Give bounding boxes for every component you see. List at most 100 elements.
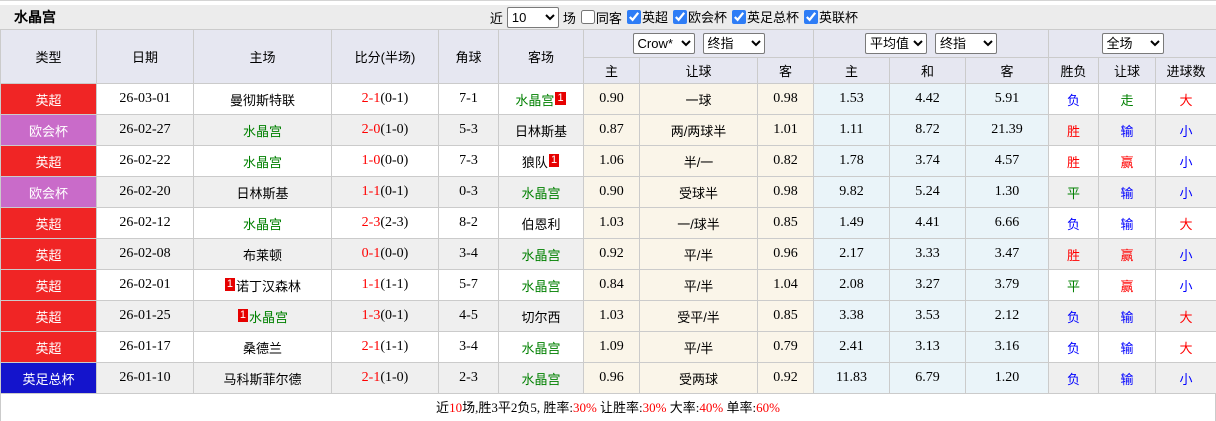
league-filter-英足总杯[interactable]: 英足总杯 [727,7,799,26]
col-header-result-goals: 进球数 [1154,57,1216,84]
filter-bar: 近 10 场 同客 英超 欧会杯 英足总杯 英联杯 [490,6,858,28]
league-type-badge: 欧会杯 [0,114,97,146]
home-team-cell: 布莱顿 [193,238,332,270]
result-outcome: 负 [1048,362,1099,394]
recent-games-select[interactable]: 10 [506,6,559,28]
asian-handicap: 受平/半 [639,300,758,332]
result-handicap: 输 [1098,207,1156,239]
corner-score: 0-3 [438,176,499,208]
result-goals: 小 [1154,145,1216,177]
match-row: 英足总杯 26-01-10 马科斯菲尔德 2-1(1-0) 2-3 水晶宫 0.96 受两球 0… [0,362,1216,394]
away-team-cell: 水晶宫 [498,176,584,208]
score-cell: 2-0(1-0) [331,114,439,146]
away-team-cell: 切尔西 [498,300,584,332]
league-checkbox[interactable] [803,9,818,24]
away-team-name[interactable]: 日林斯基 [515,124,567,139]
home-team-name[interactable]: 马科斯菲尔德 [223,372,301,387]
euro-stage-select[interactable]: 终指 [935,33,997,54]
euro-draw-odds: 3.27 [889,269,966,301]
away-team-name[interactable]: 水晶宫 [521,186,560,201]
result-goals: 小 [1154,362,1216,394]
asian-home-odds: 1.06 [583,145,640,177]
away-team-name[interactable]: 狼队 [522,155,548,170]
euro-away-odds: 2.12 [965,300,1049,332]
match-date: 26-01-25 [96,300,194,332]
col-header-asian-away: 客 [757,57,814,84]
euro-away-odds: 3.16 [965,331,1049,363]
same-away-filter[interactable]: 同客 [576,8,622,27]
league-checkbox[interactable] [626,9,641,24]
away-team-name[interactable]: 伯恩利 [521,217,560,232]
home-team-name[interactable]: 水晶宫 [243,124,282,139]
summary-segment: 近 [436,400,450,415]
home-team-name[interactable]: 诺丁汉森林 [236,279,301,294]
match-row: 英超 26-01-25 1 水晶宫 1-3(0-1) 4-5 切尔西 1.03 受平/半 0.85… [0,300,1216,332]
rank-badge: 1 [237,308,249,322]
euro-draw-odds: 3.13 [889,331,966,363]
asian-home-odds: 0.90 [583,176,640,208]
asian-away-odds: 0.98 [757,83,814,115]
euro-home-odds: 2.41 [813,331,890,363]
score-cell: 2-3(2-3) [331,207,439,239]
away-team-name[interactable]: 水晶宫 [515,93,554,108]
match-history-table: 类型 日期 主场 比分(半场) 角球 客场 Crow* 终指 平均值 终指 全场… [0,29,1216,394]
home-team-cell: 水晶宫 [193,114,332,146]
half-time-score: (0-1) [380,308,409,323]
league-filter-英超[interactable]: 英超 [622,7,668,26]
euro-away-odds: 1.20 [965,362,1049,394]
asian-handicap: 平/半 [639,331,758,363]
score-cell: 0-1(0-0) [331,238,439,270]
half-time-score: (2-3) [380,215,409,230]
full-time-score: 1-1 [361,277,381,292]
col-header-euro-home: 主 [813,57,890,84]
col-header-asian-handicap: 让球 [639,57,758,84]
result-outcome: 负 [1048,331,1099,363]
result-goals: 大 [1154,83,1216,115]
league-filter-欧会杯[interactable]: 欧会杯 [668,7,727,26]
asian-company-select[interactable]: Crow* [632,33,695,54]
euro-company-select[interactable]: 平均值 [865,33,927,54]
home-team-cell: 曼彻斯特联 [193,83,332,115]
euro-away-odds: 5.91 [965,83,1049,115]
score-cell: 2-1(1-0) [331,362,439,394]
away-team-cell: 水晶宫 [498,331,584,363]
league-checkbox[interactable] [731,9,746,24]
away-team-name[interactable]: 水晶宫 [521,372,560,387]
league-type-badge: 英超 [0,331,97,363]
result-goals: 小 [1154,176,1216,208]
home-team-name[interactable]: 桑德兰 [243,341,282,356]
summary-segment: 30% [572,400,597,415]
away-team-name[interactable]: 水晶宫 [521,279,560,294]
same-away-checkbox[interactable] [580,10,595,24]
euro-away-odds: 3.79 [965,269,1049,301]
home-team-cell: 桑德兰 [193,331,332,363]
away-team-name[interactable]: 切尔西 [521,310,560,325]
rank-badge: 1 [224,277,236,291]
match-row: 欧会杯 26-02-27 水晶宫 2-0(1-0) 5-3 日林斯基 0.87 两/两球半 1.… [0,114,1216,146]
home-team-name[interactable]: 水晶宫 [243,155,282,170]
result-goals: 小 [1154,238,1216,270]
league-type-badge: 英超 [0,145,97,177]
result-group-header: 全场 [1047,29,1216,58]
league-filter-英联杯[interactable]: 英联杯 [799,7,858,26]
home-team-name[interactable]: 水晶宫 [249,310,288,325]
away-team-name[interactable]: 水晶宫 [521,341,560,356]
league-checkbox-label: 欧会杯 [687,10,727,26]
full-time-score: 1-0 [361,153,381,168]
away-team-name[interactable]: 水晶宫 [521,248,560,263]
league-checkbox[interactable] [672,9,687,24]
asian-stage-select[interactable]: 终指 [702,33,765,54]
score-cell: 2-1(1-1) [331,331,439,363]
home-team-name[interactable]: 曼彻斯特联 [230,93,295,108]
home-team-name[interactable]: 水晶宫 [243,217,282,232]
result-handicap: 输 [1098,114,1156,146]
score-cell: 1-1(1-1) [331,269,439,301]
home-team-name[interactable]: 日林斯基 [236,186,288,201]
asian-handicap: 半/一 [639,145,758,177]
league-checkbox-label: 英足总杯 [746,10,799,26]
asian-away-odds: 0.85 [757,300,814,332]
rank-badge: 1 [555,91,566,105]
euro-draw-odds: 3.33 [889,238,966,270]
period-select[interactable]: 全场 [1101,33,1164,54]
home-team-name[interactable]: 布莱顿 [243,248,282,263]
